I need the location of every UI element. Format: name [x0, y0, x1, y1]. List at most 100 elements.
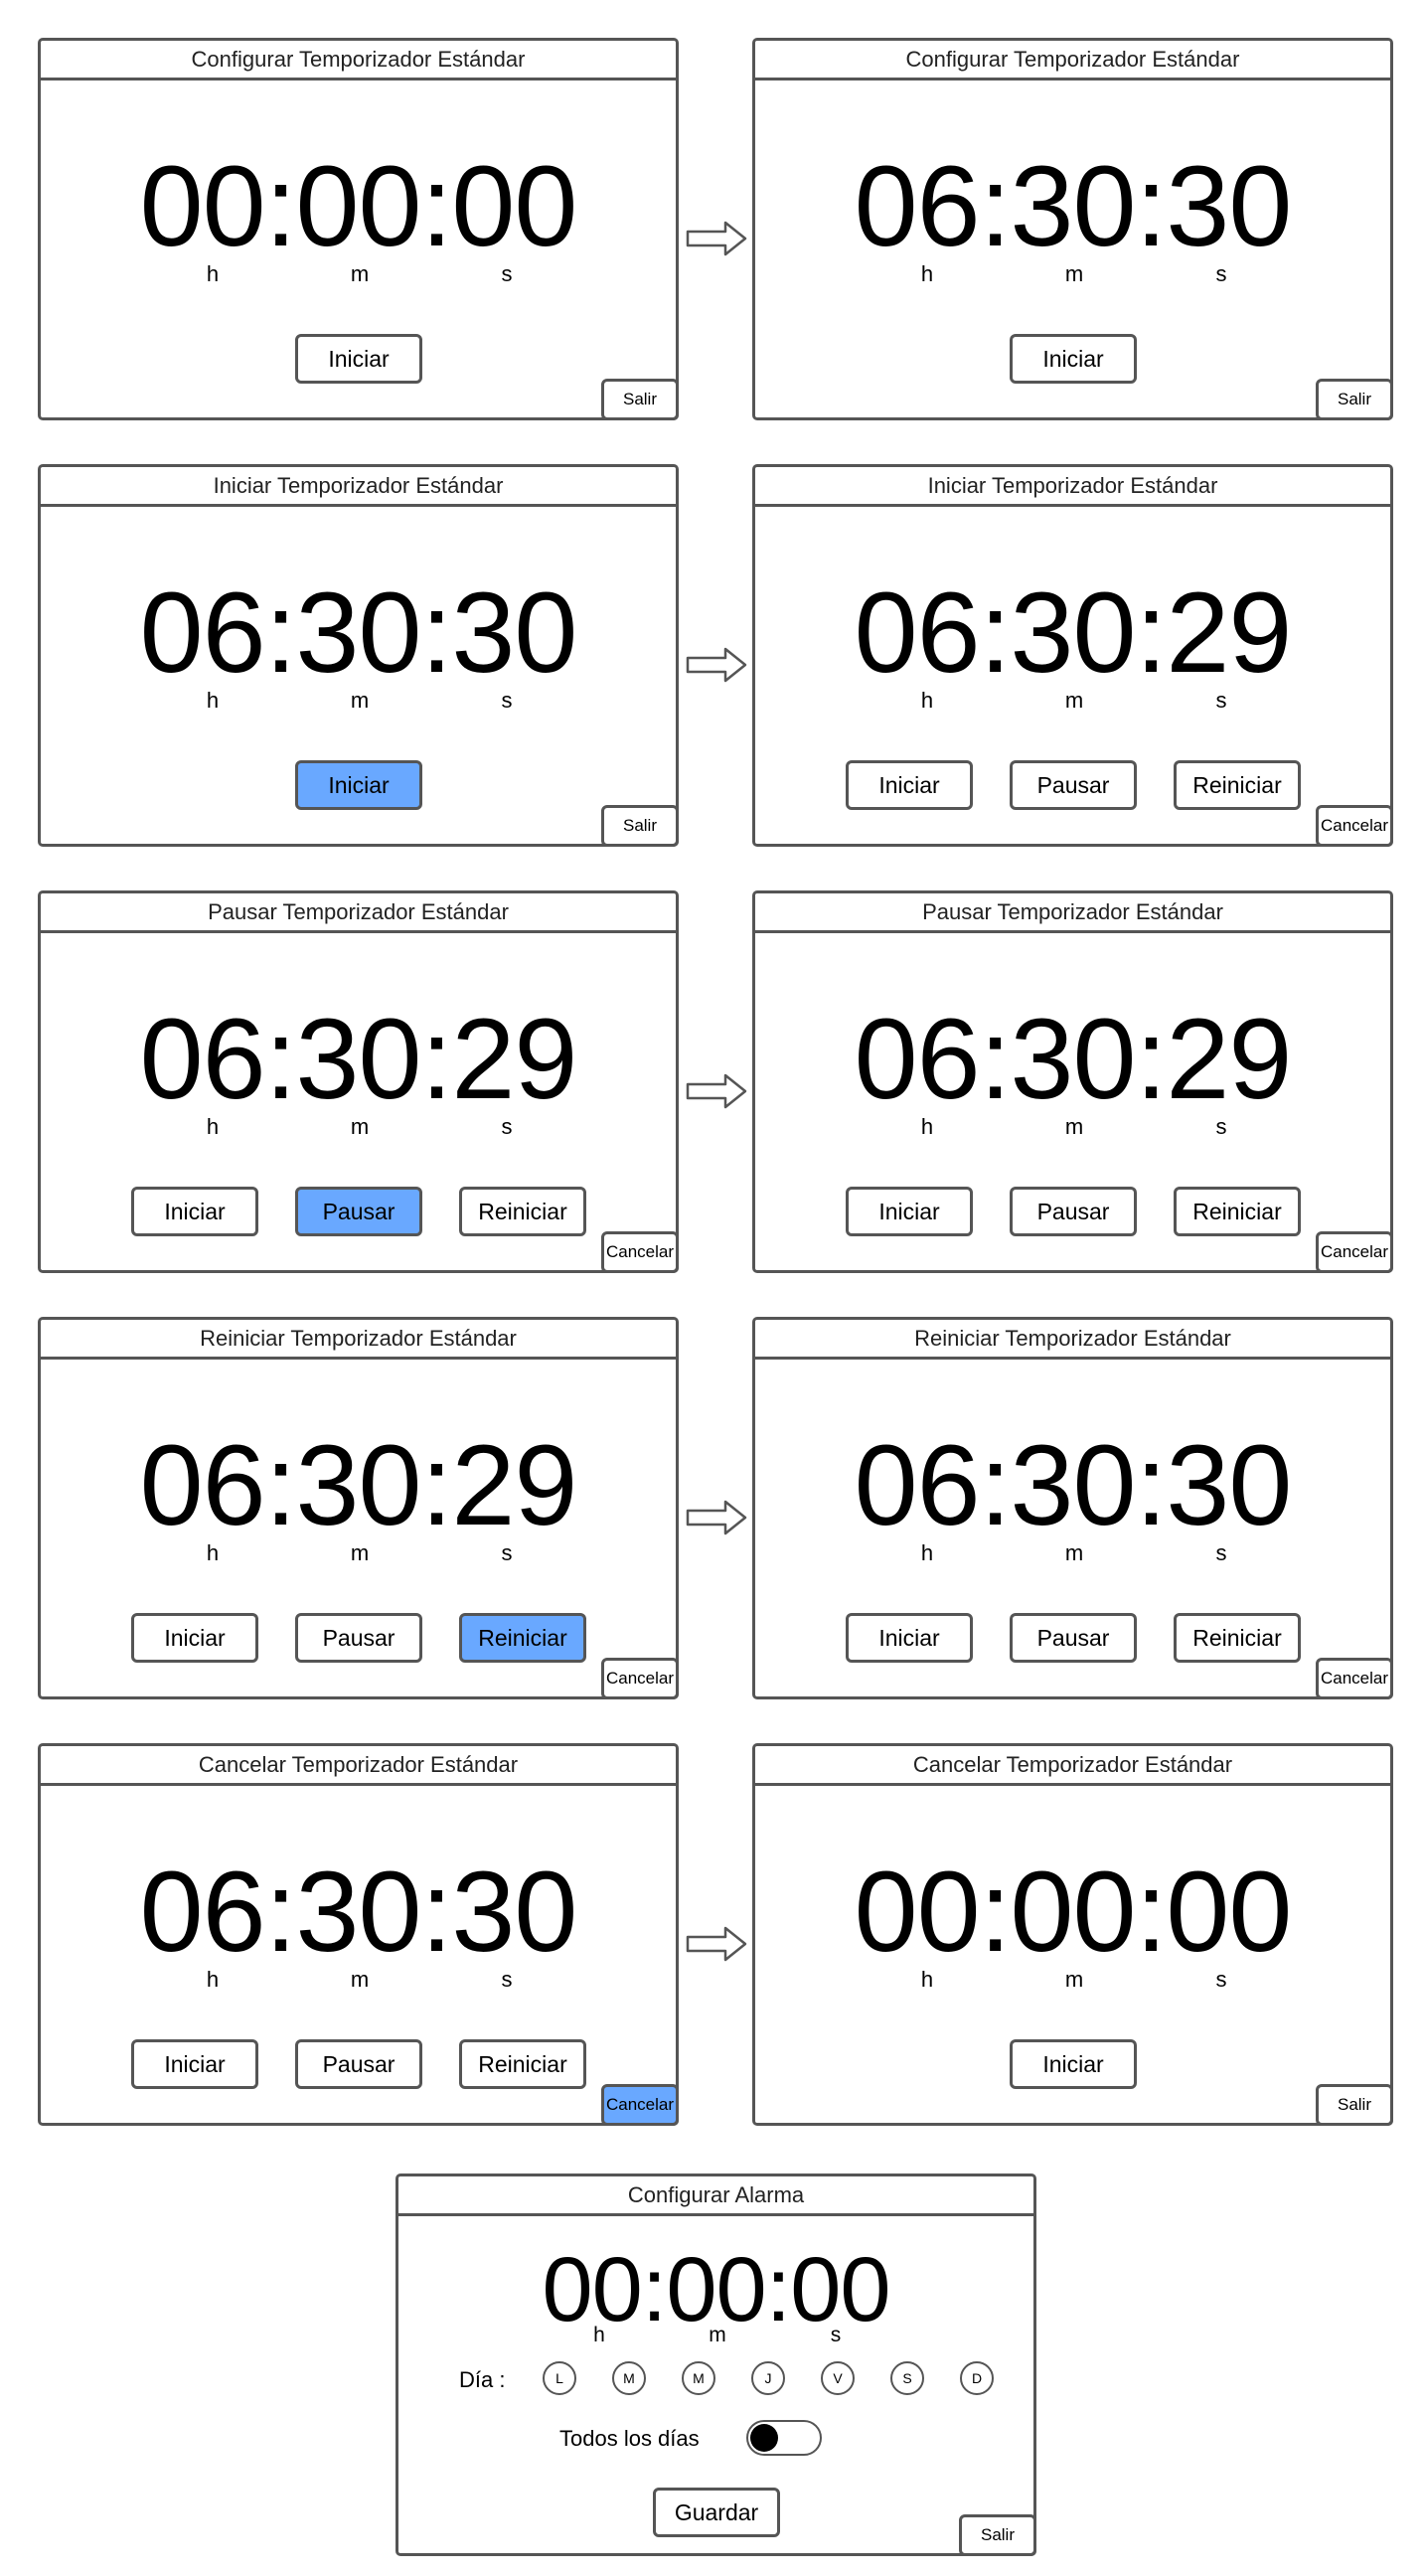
- reiniciar-button[interactable]: Reiniciar: [459, 1613, 586, 1663]
- day-button-l[interactable]: L: [543, 2361, 576, 2395]
- iniciar-button[interactable]: Iniciar: [295, 334, 422, 384]
- pausar-button[interactable]: Pausar: [295, 1187, 422, 1236]
- cancelar-button[interactable]: Cancelar: [1316, 1231, 1393, 1273]
- minutes-label: m: [1064, 688, 1084, 713]
- reiniciar-button[interactable]: Reiniciar: [459, 2039, 586, 2089]
- seconds-label: s: [501, 688, 513, 713]
- hours-label: h: [206, 688, 220, 713]
- hours-label: h: [206, 261, 220, 286]
- cancelar-button[interactable]: Cancelar: [1316, 805, 1393, 847]
- time-display: 06:30:30: [139, 1849, 578, 1976]
- cancelar-button[interactable]: Cancelar: [601, 1231, 679, 1273]
- screen-title: Iniciar Temporizador Estándar: [755, 467, 1390, 507]
- iniciar-button[interactable]: Iniciar: [131, 1613, 258, 1663]
- hours-label: h: [593, 2324, 605, 2346]
- exit-button[interactable]: Salir: [959, 2514, 1036, 2556]
- right-arrow-icon: [686, 221, 747, 256]
- toggle-knob: [750, 2424, 778, 2452]
- seconds-label: s: [501, 261, 513, 286]
- right-arrow-icon: [686, 1073, 747, 1109]
- reiniciar-button[interactable]: Reiniciar: [1174, 1187, 1301, 1236]
- day-button-s[interactable]: S: [890, 2361, 924, 2395]
- hours-label: h: [206, 1114, 220, 1139]
- seconds-label: s: [501, 1114, 513, 1139]
- cancelar-button[interactable]: Cancelar: [601, 1658, 679, 1699]
- time-display: 06:30:29: [139, 996, 578, 1123]
- every-day-label: Todos los días: [559, 2426, 700, 2451]
- hours-label: h: [920, 1114, 934, 1139]
- seconds-label: s: [1215, 1114, 1227, 1139]
- every-day-toggle[interactable]: [746, 2420, 822, 2456]
- iniciar-button[interactable]: Iniciar: [846, 1187, 973, 1236]
- day-label: Día :: [459, 2367, 506, 2392]
- iniciar-button[interactable]: Iniciar: [131, 1187, 258, 1236]
- iniciar-button[interactable]: Iniciar: [1010, 2039, 1137, 2089]
- screen-title: Pausar Temporizador Estándar: [41, 893, 676, 933]
- minutes-label: m: [350, 1967, 370, 1992]
- alarm-time-display: 00:00:00: [542, 2239, 890, 2340]
- timer-screen: Pausar Temporizador Estándar 06:30:29 h m s I…: [38, 890, 679, 1273]
- timer-screen: Configurar Temporizador Estándar 00:00:00…: [38, 38, 679, 420]
- timer-screen: Reiniciar Temporizador Estándar 06:30:29 h…: [38, 1317, 679, 1699]
- alarm-title: Configurar Alarma: [398, 2176, 1033, 2216]
- hours-label: h: [920, 261, 934, 286]
- minutes-label: m: [350, 1114, 370, 1139]
- timer-screen: Iniciar Temporizador Estándar 06:30:29 h m s…: [752, 464, 1393, 847]
- seconds-label: s: [1215, 1540, 1227, 1565]
- seconds-label: s: [1215, 688, 1227, 713]
- iniciar-button[interactable]: Iniciar: [1010, 334, 1137, 384]
- screen-title: Reiniciar Temporizador Estándar: [41, 1320, 676, 1360]
- screen-title: Pausar Temporizador Estándar: [755, 893, 1390, 933]
- pausar-button[interactable]: Pausar: [295, 1613, 422, 1663]
- day-button-d[interactable]: D: [960, 2361, 994, 2395]
- cancelar-button[interactable]: Cancelar: [1316, 1658, 1393, 1699]
- right-arrow-icon: [686, 1926, 747, 1962]
- minutes-label: m: [709, 2324, 726, 2346]
- right-arrow-icon: [686, 1500, 747, 1535]
- minutes-label: m: [1064, 1540, 1084, 1565]
- salir-button[interactable]: Salir: [601, 805, 679, 847]
- salir-button[interactable]: Salir: [601, 379, 679, 420]
- screen-title: Configurar Temporizador Estándar: [755, 41, 1390, 80]
- right-arrow-icon: [686, 647, 747, 683]
- timer-screen: Reiniciar Temporizador Estándar 06:30:30 h…: [752, 1317, 1393, 1699]
- hours-label: h: [920, 1967, 934, 1992]
- time-display: 06:30:29: [139, 1422, 578, 1549]
- hours-label: h: [206, 1540, 220, 1565]
- iniciar-button[interactable]: Iniciar: [131, 2039, 258, 2089]
- timer-screen: Configurar Temporizador Estándar 06:30:30…: [752, 38, 1393, 420]
- day-button-j[interactable]: J: [751, 2361, 785, 2395]
- cancelar-button[interactable]: Cancelar: [601, 2084, 679, 2126]
- salir-button[interactable]: Salir: [1316, 2084, 1393, 2126]
- reiniciar-button[interactable]: Reiniciar: [1174, 1613, 1301, 1663]
- seconds-label: s: [1215, 261, 1227, 286]
- minutes-label: m: [1064, 1114, 1084, 1139]
- hours-label: h: [920, 1540, 934, 1565]
- screen-title: Reiniciar Temporizador Estándar: [755, 1320, 1390, 1360]
- hours-label: h: [206, 1967, 220, 1992]
- timer-screen: Iniciar Temporizador Estándar 06:30:30 h m s…: [38, 464, 679, 847]
- day-button-v[interactable]: V: [821, 2361, 855, 2395]
- alarm-panel: Configurar Alarma 00:00:00 h m s Día : L…: [396, 2174, 1036, 2556]
- pausar-button[interactable]: Pausar: [1010, 760, 1137, 810]
- minutes-label: m: [350, 1540, 370, 1565]
- salir-button[interactable]: Salir: [1316, 379, 1393, 420]
- day-button-m1[interactable]: M: [612, 2361, 646, 2395]
- iniciar-button[interactable]: Iniciar: [295, 760, 422, 810]
- seconds-label: s: [501, 1967, 513, 1992]
- reiniciar-button[interactable]: Reiniciar: [1174, 760, 1301, 810]
- seconds-label: s: [1215, 1967, 1227, 1992]
- minutes-label: m: [350, 688, 370, 713]
- day-button-m2[interactable]: M: [682, 2361, 715, 2395]
- reiniciar-button[interactable]: Reiniciar: [459, 1187, 586, 1236]
- pausar-button[interactable]: Pausar: [1010, 1613, 1137, 1663]
- timer-screen: Pausar Temporizador Estándar 06:30:29 h m s I…: [752, 890, 1393, 1273]
- pausar-button[interactable]: Pausar: [1010, 1187, 1137, 1236]
- iniciar-button[interactable]: Iniciar: [846, 1613, 973, 1663]
- screen-title: Cancelar Temporizador Estándar: [41, 1746, 676, 1786]
- seconds-label: s: [501, 1540, 513, 1565]
- pausar-button[interactable]: Pausar: [295, 2039, 422, 2089]
- save-button[interactable]: Guardar: [653, 2488, 780, 2537]
- iniciar-button[interactable]: Iniciar: [846, 760, 973, 810]
- time-display: 06:30:30: [854, 1422, 1293, 1549]
